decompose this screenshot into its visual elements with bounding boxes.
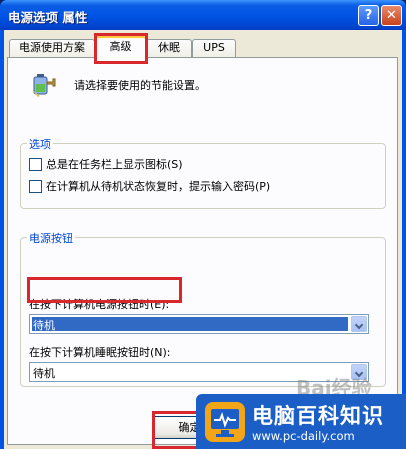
- help-icon: ?: [364, 8, 373, 23]
- title-bar[interactable]: 电源选项 属性 ? ✕: [0, 0, 406, 30]
- tab-advanced[interactable]: 高级: [95, 36, 146, 58]
- monitor-logo-icon: [205, 402, 245, 442]
- sleep-button-label: 在按下计算机睡眠按钮时(N):: [29, 346, 171, 359]
- power-buttons-group-title: 电源按钮: [27, 230, 75, 246]
- intro-text: 请选择要使用的节能设置。: [74, 79, 206, 92]
- site-name: 电脑百科知识: [252, 404, 384, 428]
- options-group: 选项 总是在任务栏上显示图标(S) 在计算机从待机状态恢复时，提示输入密码(P): [20, 136, 386, 209]
- tab-hibernate[interactable]: 休眠: [146, 39, 192, 57]
- help-button[interactable]: ?: [358, 5, 379, 26]
- site-watermark-banner: 电脑百科知识 www.pc-daily.com: [196, 394, 406, 449]
- close-button[interactable]: ✕: [381, 5, 402, 26]
- tab-ups[interactable]: UPS: [192, 39, 236, 57]
- tab-power-schemes[interactable]: 电源使用方案: [9, 39, 95, 57]
- window-title: 电源选项 属性: [8, 10, 88, 25]
- battery-plug-icon: [32, 74, 56, 97]
- power-options-dialog: 电源选项 属性 ? ✕ 电源使用方案 高级 休眠 UPS 请选择要使用的节能设置…: [0, 0, 406, 449]
- prompt-password-checkbox[interactable]: [29, 179, 42, 193]
- tab-label: 休眠: [158, 41, 180, 54]
- show-tray-icon-option[interactable]: 总是在任务栏上显示图标(S): [29, 156, 183, 172]
- selection-highlight: [32, 317, 348, 331]
- tab-label: UPS: [203, 41, 225, 54]
- power-buttons-group: 电源按钮 在按下计算机电源按钮时(E): 待机 在按下计算机睡眠按钮时(N): …: [20, 230, 386, 387]
- site-url: www.pc-daily.com: [252, 429, 355, 443]
- chevron-down-icon[interactable]: [351, 316, 367, 332]
- options-group-title: 选项: [27, 136, 53, 152]
- close-icon: ✕: [386, 8, 397, 23]
- show-tray-icon-checkbox[interactable]: [29, 157, 42, 171]
- power-button-action-select[interactable]: 待机: [29, 314, 369, 334]
- prompt-password-label: 在计算机从待机状态恢复时，提示输入密码(P): [46, 180, 271, 193]
- tab-label: 高级: [109, 40, 132, 53]
- sleep-button-action-value: 待机: [33, 367, 55, 380]
- power-button-label: 在按下计算机电源按钮时(E):: [29, 298, 170, 311]
- prompt-password-option[interactable]: 在计算机从待机状态恢复时，提示输入密码(P): [29, 178, 270, 194]
- power-button-action-value: 待机: [33, 319, 55, 332]
- show-tray-icon-label: 总是在任务栏上显示图标(S): [46, 158, 183, 171]
- tab-label: 电源使用方案: [19, 41, 85, 54]
